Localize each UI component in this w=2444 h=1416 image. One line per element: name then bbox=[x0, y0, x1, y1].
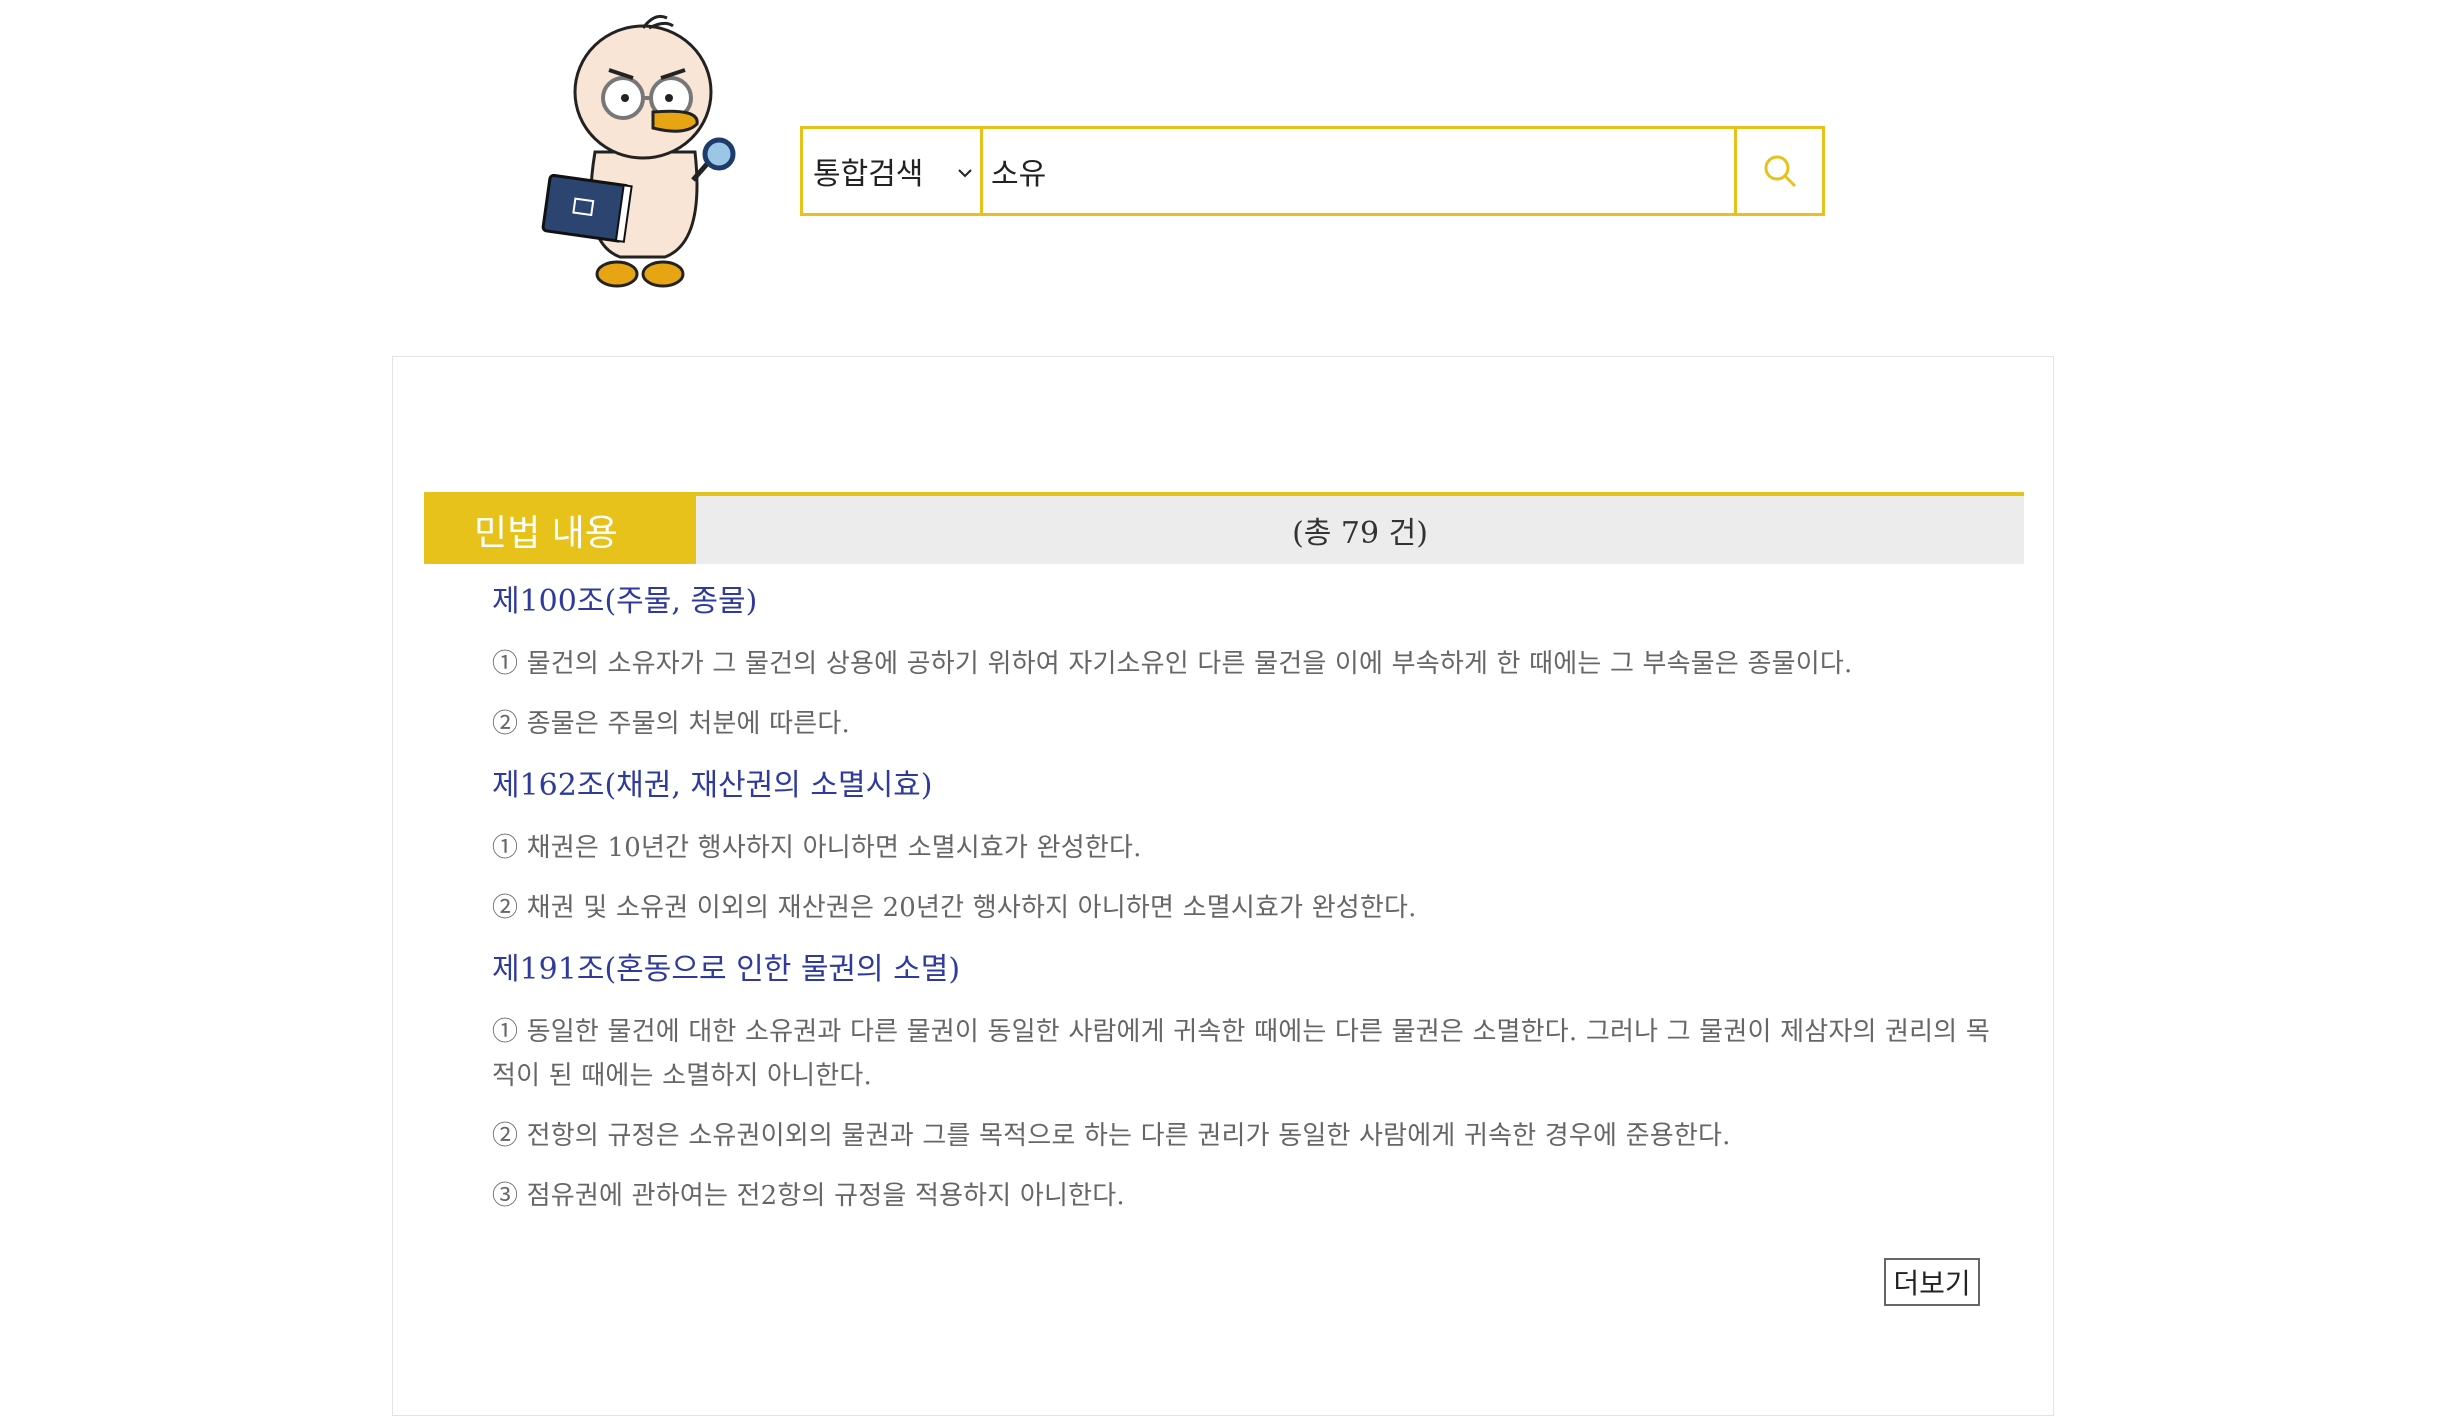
article-clause: ② 채권 및 소유권 이외의 재산권은 20년간 행사하지 아니하면 소멸시효가… bbox=[492, 893, 1417, 923]
article-title-link[interactable]: 제162조(채권, 재산권의 소멸시효) bbox=[492, 764, 1992, 808]
article-clause: ① 동일한 물건에 대한 소유권과 다른 물권이 동일한 사람에게 귀속한 때에… bbox=[492, 1017, 1990, 1091]
article-clause: ② 종물은 주물의 처분에 따른다. bbox=[492, 709, 850, 739]
article-item: 제162조(채권, 재산권의 소멸시효) ① 채권은 10년간 행사하지 아니하… bbox=[492, 764, 1992, 930]
chevron-down-icon bbox=[958, 159, 972, 183]
article-item: 제100조(주물, 종물) ① 물건의 소유자가 그 물건의 상용에 공하기 위… bbox=[492, 580, 1992, 746]
article-clause: ① 채권은 10년간 행사하지 아니하면 소멸시효가 완성한다. bbox=[492, 833, 1142, 863]
section-tab-civil-law: 민법 내용 bbox=[424, 496, 696, 564]
mascot-logo bbox=[525, 12, 765, 297]
article-clause: ③ 점유권에 관하여는 전2항의 규정을 적용하지 아니한다. bbox=[492, 1181, 1125, 1211]
duck-lawyer-mascot-icon bbox=[541, 14, 736, 288]
search-bar: 통합검색 소유 bbox=[800, 126, 1825, 216]
search-button[interactable] bbox=[1734, 129, 1822, 213]
search-input[interactable]: 소유 bbox=[983, 129, 1734, 213]
search-scope-select[interactable]: 통합검색 bbox=[803, 129, 983, 213]
search-icon bbox=[1764, 155, 1796, 188]
article-title-link[interactable]: 제100조(주물, 종물) bbox=[492, 580, 1992, 624]
more-button[interactable]: 더보기 bbox=[1884, 1258, 1980, 1306]
article-item: 제191조(혼동으로 인한 물권의 소멸) ① 동일한 물건에 대한 소유권과 … bbox=[492, 948, 1992, 1218]
article-title-link[interactable]: 제191조(혼동으로 인한 물권의 소멸) bbox=[492, 948, 1992, 992]
section-header: 민법 내용 (총 79 건) bbox=[424, 492, 2024, 564]
results-list: 제100조(주물, 종물) ① 물건의 소유자가 그 물건의 상용에 공하기 위… bbox=[492, 580, 1992, 1236]
result-count: (총 79 건) bbox=[1292, 516, 1428, 551]
article-clause: ② 전항의 규정은 소유권이외의 물권과 그를 목적으로 하는 다른 권리가 동… bbox=[492, 1121, 1731, 1151]
search-scope-value: 통합검색 bbox=[813, 157, 924, 192]
article-clause: ① 물건의 소유자가 그 물건의 상용에 공하기 위하여 자기소유인 다른 물건… bbox=[492, 649, 1853, 679]
